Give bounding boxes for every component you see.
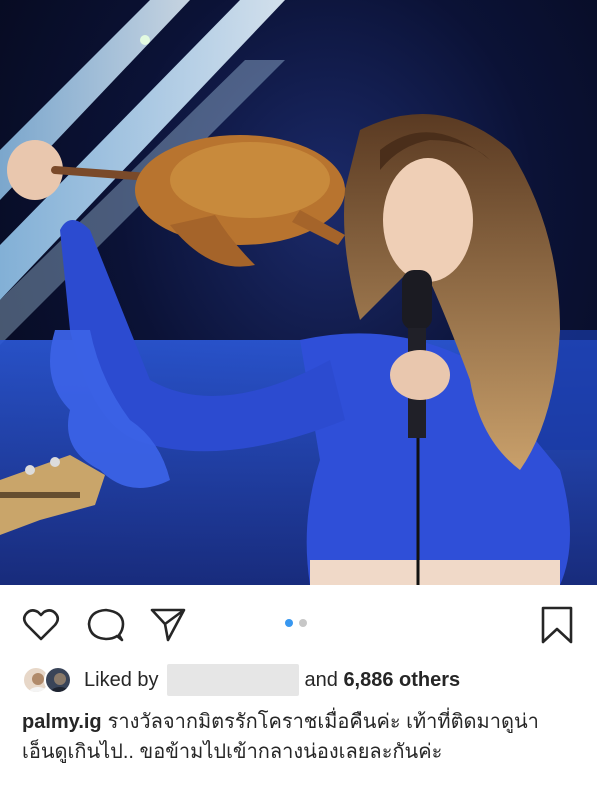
redacted-username xyxy=(166,664,299,696)
carousel-dot xyxy=(299,619,307,627)
comment-icon[interactable] xyxy=(86,605,126,645)
likes-row: Liked by and 6,886 others xyxy=(22,663,460,697)
carousel-dot-active xyxy=(285,619,293,627)
send-icon[interactable] xyxy=(148,605,188,645)
action-bar xyxy=(0,585,597,663)
carousel-indicator xyxy=(285,619,307,627)
bookmark-icon[interactable] xyxy=(537,605,577,645)
instagram-post: Liked by and 6,886 others palmy.ig รางวัล… xyxy=(0,0,597,800)
liker-avatars[interactable] xyxy=(22,665,76,695)
heart-icon[interactable] xyxy=(21,605,61,645)
post-photo[interactable] xyxy=(0,0,597,585)
liked-by-joiner: and xyxy=(304,668,338,691)
post-caption: palmy.ig รางวัลจากมิตรรักโคราชเมื่อคืนค่ะ… xyxy=(22,707,582,767)
avatar[interactable] xyxy=(44,666,72,694)
caption-username[interactable]: palmy.ig xyxy=(22,711,102,733)
liked-by-label: Liked by xyxy=(84,668,159,691)
concert-photo-illustration xyxy=(0,0,597,585)
likes-count[interactable]: 6,886 others xyxy=(343,669,460,692)
